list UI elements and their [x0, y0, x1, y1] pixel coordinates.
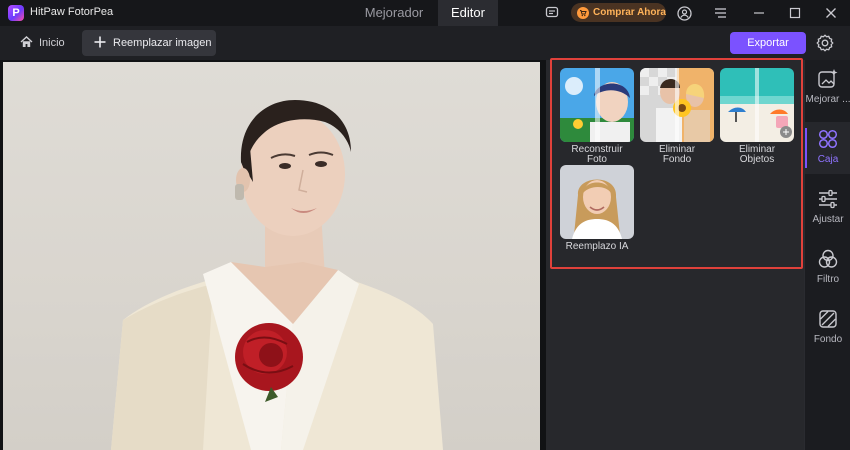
replace-image-label: Reemplazar imagen — [113, 37, 212, 49]
sidebar-label-ajustar: Ajustar — [812, 214, 844, 225]
minimize-icon[interactable] — [750, 4, 768, 22]
tab-editor[interactable]: Editor — [438, 0, 498, 26]
account-icon[interactable] — [675, 4, 693, 22]
feedback-icon[interactable] — [543, 4, 561, 22]
right-sidebar: Mejorar ... Caja Ajustar Filtro Fondo — [804, 60, 850, 450]
replace-image-button[interactable]: Reemplazar imagen — [82, 30, 216, 56]
sidebar-item-caja[interactable]: Caja — [805, 122, 850, 174]
menu-icon[interactable] — [711, 4, 729, 22]
tool-label-eliminar-objetos: Eliminar Objetos — [738, 144, 776, 165]
adjust-icon — [817, 188, 839, 210]
title-bar: P HitPaw FotorPea Mejorador Editor Compr… — [0, 0, 850, 26]
sidebar-label-mejorar: Mejorar ... — [805, 94, 850, 105]
background-icon — [817, 308, 839, 330]
buy-now-label: Comprar Ahora — [593, 7, 666, 18]
ai-replace-thumbnail — [560, 165, 634, 239]
tool-grid: Reconstruir Foto Eliminar Fondo Eliminar… — [550, 58, 803, 269]
tool-card-reconstruir-foto[interactable]: Reconstruir Foto — [560, 68, 634, 165]
remove-objects-thumbnail — [720, 68, 794, 142]
remove-background-thumbnail — [640, 68, 714, 142]
settings-gear-icon[interactable] — [815, 33, 835, 53]
cart-icon — [577, 6, 589, 19]
sidebar-label-fondo: Fondo — [813, 334, 843, 345]
home-icon — [20, 35, 33, 51]
tab-mejorador[interactable]: Mejorador — [350, 0, 438, 26]
close-icon[interactable] — [822, 4, 840, 22]
app-logo: P — [8, 5, 24, 21]
portrait-photo — [3, 62, 540, 450]
filter-icon — [817, 248, 839, 270]
app-name: HitPaw FotorPea — [30, 6, 114, 18]
tool-card-reemplazo-ia[interactable]: Reemplazo IA — [560, 165, 634, 252]
tool-card-eliminar-fondo[interactable]: Eliminar Fondo — [640, 68, 714, 165]
sidebar-item-fondo[interactable]: Fondo — [805, 302, 850, 354]
tool-card-eliminar-objetos[interactable]: Eliminar Objetos — [720, 68, 794, 165]
sidebar-item-ajustar[interactable]: Ajustar — [805, 182, 850, 234]
image-canvas[interactable] — [0, 60, 546, 450]
tool-label-eliminar-fondo: Eliminar Fondo — [658, 144, 696, 165]
tool-label-reconstruir-foto: Reconstruir Foto — [571, 144, 623, 165]
maximize-icon[interactable] — [786, 4, 804, 22]
plus-icon — [94, 36, 106, 51]
sidebar-label-filtro: Filtro — [816, 274, 840, 285]
home-button[interactable]: Inicio — [12, 30, 73, 56]
reconstruct-photo-thumbnail — [560, 68, 634, 142]
tool-panel: Reconstruir Foto Eliminar Fondo Eliminar… — [546, 58, 804, 450]
export-button[interactable]: Exportar — [730, 32, 806, 54]
toolbar: Inicio Reemplazar imagen Exportar — [0, 26, 850, 60]
tool-label-reemplazo-ia: Reemplazo IA — [565, 241, 629, 252]
enhance-icon — [817, 68, 839, 90]
sidebar-item-filtro[interactable]: Filtro — [805, 242, 850, 294]
box-icon — [817, 128, 839, 150]
sidebar-label-caja: Caja — [817, 154, 839, 165]
home-label: Inicio — [39, 37, 65, 49]
buy-now-button[interactable]: Comprar Ahora — [571, 3, 666, 22]
sidebar-item-mejorar[interactable]: Mejorar ... — [805, 62, 850, 114]
